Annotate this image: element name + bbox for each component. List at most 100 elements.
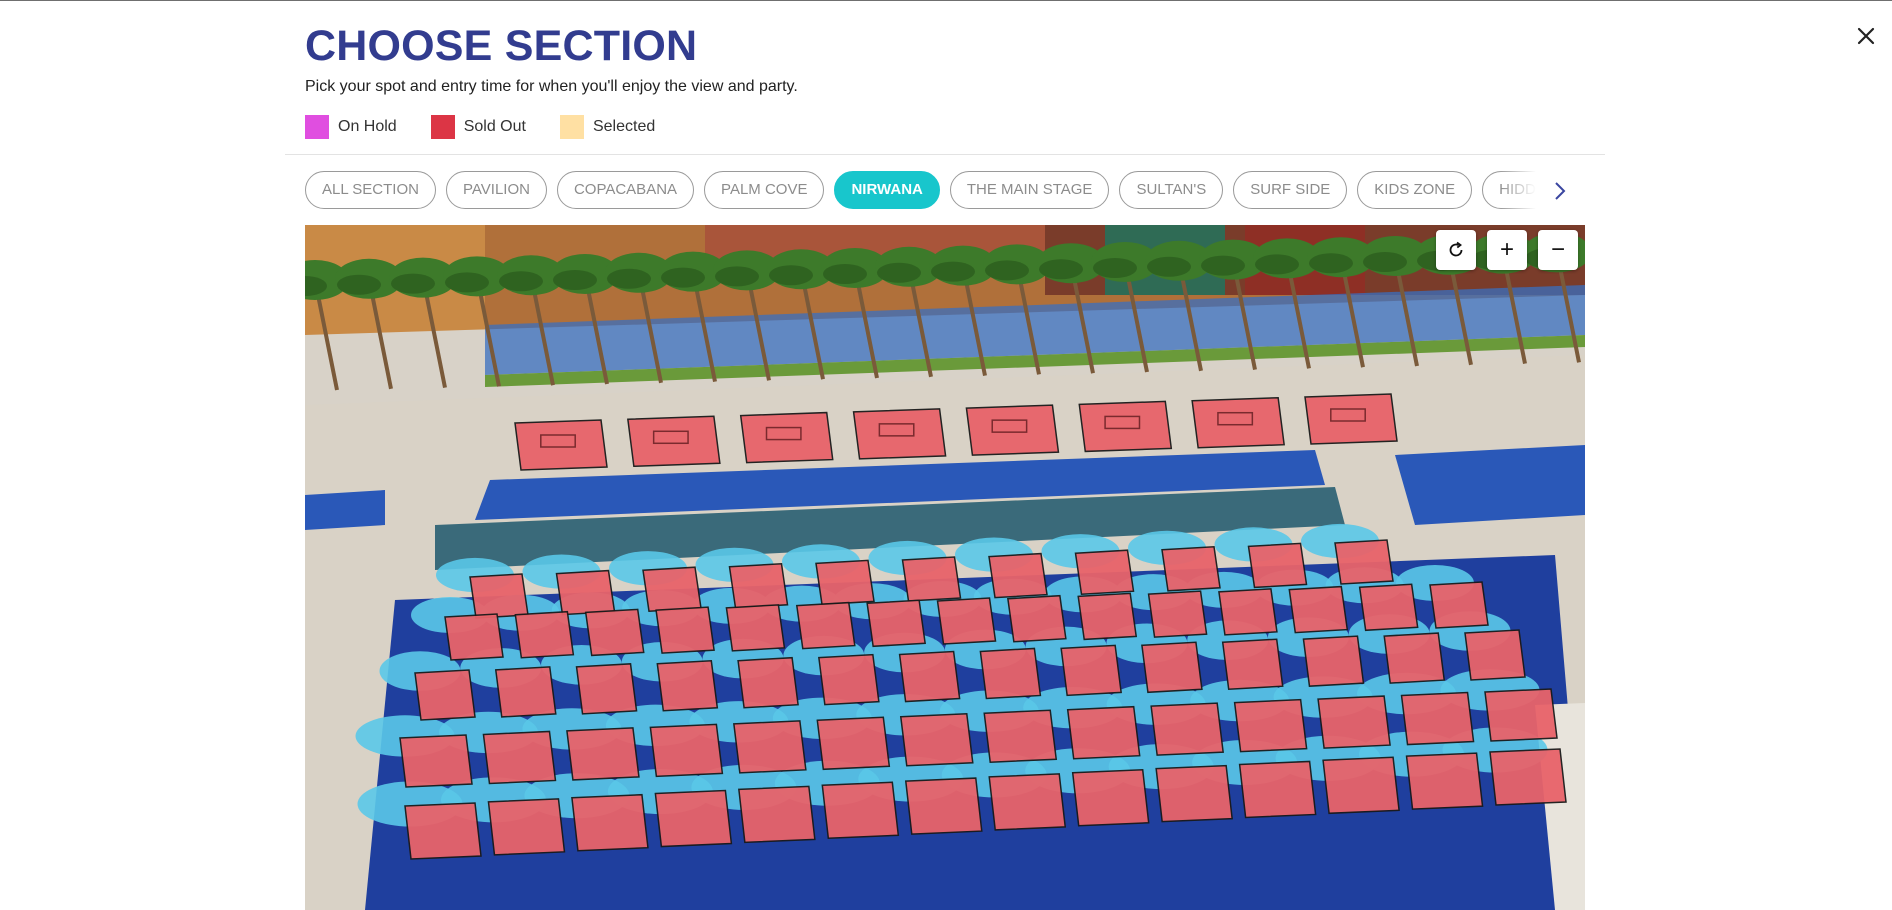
tab-sultans[interactable]: SULTAN'S: [1119, 171, 1224, 209]
sold-out-spot[interactable]: [656, 659, 719, 712]
sold-out-spot[interactable]: [1077, 592, 1138, 641]
tab-surf-side[interactable]: SURF SIDE: [1233, 171, 1348, 209]
sold-out-spot[interactable]: [444, 613, 504, 661]
tabs-next-button[interactable]: [1548, 177, 1572, 205]
sold-out-spot[interactable]: [1358, 583, 1419, 632]
sold-out-spot[interactable]: [1078, 400, 1173, 453]
sold-out-spot[interactable]: [494, 666, 557, 718]
sold-out-spot[interactable]: [733, 720, 807, 774]
sold-out-spot[interactable]: [1150, 702, 1224, 756]
sold-out-spot[interactable]: [555, 569, 616, 616]
sold-out-spot[interactable]: [1161, 546, 1221, 592]
sold-out-spot[interactable]: [575, 663, 638, 715]
sold-out-spot[interactable]: [655, 606, 715, 654]
sold-out-spot[interactable]: [584, 608, 645, 657]
sold-out-spot[interactable]: [818, 653, 880, 706]
sold-out-spot[interactable]: [404, 802, 482, 860]
legend-swatch: [305, 115, 329, 139]
sold-out-spot[interactable]: [1238, 760, 1317, 819]
sold-out-spot[interactable]: [1464, 629, 1526, 681]
sold-out-spot[interactable]: [737, 656, 799, 709]
sold-out-spot[interactable]: [566, 727, 640, 781]
sold-out-spot[interactable]: [936, 597, 997, 645]
page-subtitle: Pick your spot and entry time for when y…: [305, 78, 798, 95]
sold-out-spot[interactable]: [816, 716, 891, 771]
sold-out-spot[interactable]: [1141, 641, 1203, 694]
sold-out-spot[interactable]: [654, 789, 733, 848]
sold-out-spot[interactable]: [983, 709, 1058, 764]
sold-out-spot[interactable]: [482, 730, 557, 785]
sold-out-spot[interactable]: [1302, 635, 1365, 687]
sold-out-spot[interactable]: [1218, 588, 1278, 636]
sold-out-spot[interactable]: [1071, 768, 1150, 827]
sold-out-spot[interactable]: [1191, 396, 1285, 449]
sold-out-spot[interactable]: [514, 610, 575, 659]
sold-out-spot[interactable]: [1304, 393, 1398, 445]
tab-pavilion[interactable]: PAVILION: [445, 171, 547, 209]
sold-out-spot[interactable]: [487, 798, 566, 856]
tab-kids-zone[interactable]: KIDS ZONE: [1357, 171, 1473, 209]
sold-out-spot[interactable]: [899, 712, 974, 767]
sold-out-spot[interactable]: [1007, 594, 1067, 643]
sold-out-spot[interactable]: [514, 419, 608, 471]
seat-map[interactable]: [305, 225, 1585, 910]
sold-out-spot[interactable]: [1334, 539, 1394, 585]
zoom-out-button[interactable]: −: [1538, 230, 1578, 270]
side-pool: [1395, 445, 1585, 525]
sold-out-spot[interactable]: [1155, 764, 1233, 823]
reset-view-button[interactable]: [1436, 230, 1476, 270]
sold-out-spot[interactable]: [1288, 585, 1349, 634]
sold-out-spot[interactable]: [399, 734, 473, 788]
sold-out-spot[interactable]: [1322, 756, 1400, 815]
sold-out-spot[interactable]: [1317, 695, 1391, 749]
sold-out-spot[interactable]: [1405, 752, 1484, 810]
sold-out-spot[interactable]: [642, 566, 702, 612]
tab-nirwana[interactable]: NIRWANA: [834, 171, 940, 209]
sold-out-spot[interactable]: [898, 650, 961, 703]
sold-out-spot[interactable]: [965, 404, 1060, 456]
sold-out-spot[interactable]: [1429, 581, 1489, 629]
sold-out-spot[interactable]: [728, 563, 789, 609]
section-tabs: ALL SECTION PAVILION COPACABANA PALM COVE NI…: [305, 171, 1545, 211]
sold-out-spot[interactable]: [795, 601, 856, 650]
tab-all-section[interactable]: ALL SECTION: [305, 171, 436, 209]
sold-out-spot[interactable]: [1066, 705, 1141, 760]
sold-out-spot[interactable]: [1489, 748, 1567, 806]
legend-label: Selected: [592, 118, 656, 135]
sold-out-spot[interactable]: [821, 781, 900, 840]
sold-out-spot[interactable]: [1147, 590, 1208, 638]
sold-out-spot[interactable]: [904, 777, 983, 835]
sold-out-spot[interactable]: [469, 573, 529, 619]
tab-copacabana[interactable]: COPACABANA: [556, 171, 695, 209]
sold-out-spot[interactable]: [988, 773, 1067, 831]
zoom-in-button[interactable]: +: [1487, 230, 1527, 270]
sold-out-spot[interactable]: [738, 785, 816, 844]
sold-out-spot[interactable]: [852, 408, 947, 460]
sold-out-spot[interactable]: [1383, 632, 1446, 684]
close-button[interactable]: [1852, 22, 1880, 50]
sold-out-spot[interactable]: [1060, 644, 1122, 697]
refresh-icon: [1449, 241, 1463, 257]
sold-out-spot[interactable]: [571, 793, 649, 852]
sold-out-spot[interactable]: [1400, 691, 1475, 746]
sold-out-spot[interactable]: [988, 552, 1048, 599]
sold-out-spot[interactable]: [739, 411, 834, 464]
sold-out-spot[interactable]: [649, 723, 724, 778]
sold-out-spot[interactable]: [1247, 542, 1308, 589]
sold-out-spot[interactable]: [627, 415, 721, 468]
legend-sold-out: Sold Out: [430, 115, 526, 139]
sold-out-spot[interactable]: [1074, 549, 1135, 595]
sold-out-spot[interactable]: [414, 669, 476, 721]
sold-out-spot[interactable]: [1233, 698, 1308, 753]
sold-out-spot[interactable]: [1484, 688, 1558, 742]
sold-out-spot[interactable]: [815, 559, 875, 606]
legend-selected: Selected: [559, 115, 656, 139]
sold-out-spot[interactable]: [866, 599, 926, 648]
sold-out-spot[interactable]: [979, 647, 1042, 700]
tab-the-main-stage[interactable]: THE MAIN STAGE: [949, 171, 1110, 209]
sold-out-spot[interactable]: [1221, 638, 1284, 691]
tab-palm-cove[interactable]: PALM COVE: [704, 171, 825, 209]
legend-swatch: [559, 115, 584, 139]
sold-out-spot[interactable]: [725, 604, 786, 652]
sold-out-spot[interactable]: [901, 556, 962, 602]
